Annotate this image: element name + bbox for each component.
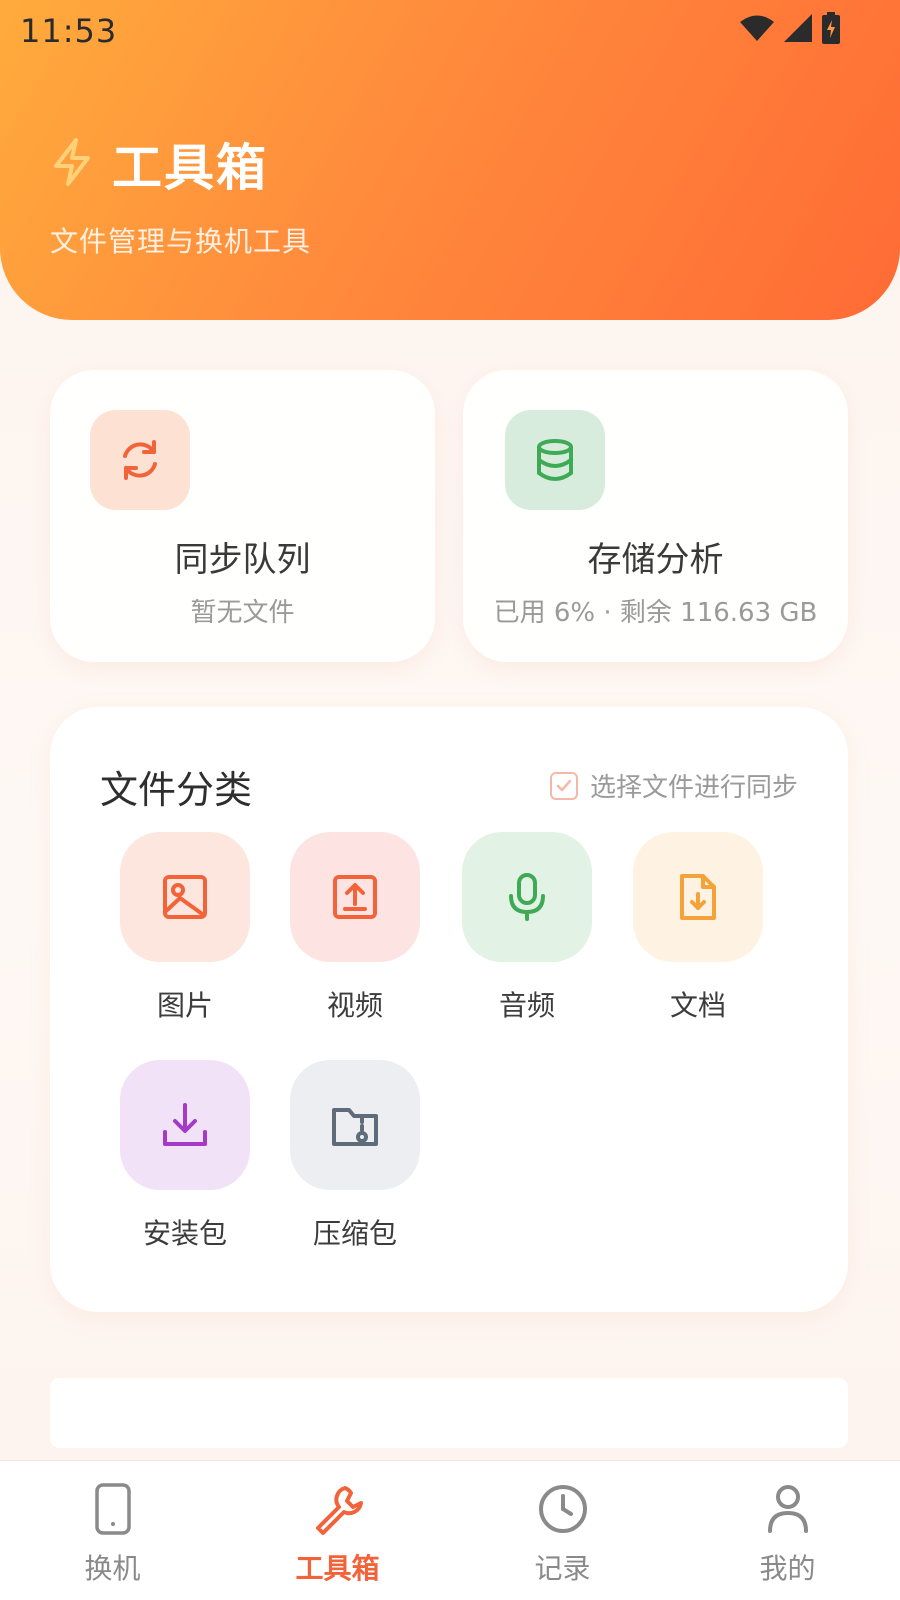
nav-item-switch-phone[interactable]: 换机 (0, 1461, 225, 1600)
sync-queue-title: 同步队列 (174, 540, 311, 580)
category-archives[interactable]: 压缩包 (290, 1060, 420, 1252)
partial-card (50, 1378, 848, 1448)
microphone-icon (462, 832, 592, 962)
category-label: 压缩包 (312, 1217, 397, 1250)
image-icon (120, 832, 250, 962)
header-title-row: 工具箱 (50, 128, 268, 200)
category-audio[interactable]: 音频 (462, 832, 592, 1024)
category-label: 图片 (156, 989, 213, 1022)
nav-item-mine[interactable]: 我的 (675, 1461, 900, 1600)
checkbox-icon (549, 771, 578, 800)
status-icons (740, 12, 840, 44)
storage-analysis-title: 存储分析 (587, 540, 724, 580)
storage-usage-text: 已用 6% · 剩余 116.63 GB (493, 598, 818, 628)
storage-analysis-card[interactable]: 存储分析 已用 6% · 剩余 116.63 GB (463, 370, 848, 662)
category-label: 音频 (498, 989, 555, 1022)
video-upload-icon (290, 832, 420, 962)
toolbox-screen: 11:53 工具箱 文件管理与换机工具 同步队列 暂无文件 存储分析 已用 6%… (0, 0, 900, 1600)
nav-label: 工具箱 (295, 1552, 380, 1585)
page-subtitle: 文件管理与换机工具 (50, 225, 312, 258)
category-label: 文档 (669, 989, 726, 1022)
download-icon (120, 1060, 250, 1190)
header-banner: 11:53 工具箱 文件管理与换机工具 (0, 0, 900, 320)
category-label: 视频 (326, 989, 383, 1022)
nav-label: 换机 (84, 1552, 141, 1585)
category-install-packages[interactable]: 安装包 (120, 1060, 250, 1252)
nav-item-records[interactable]: 记录 (450, 1461, 675, 1600)
person-icon (766, 1483, 810, 1539)
nav-label: 我的 (759, 1552, 816, 1585)
category-label: 安装包 (142, 1217, 227, 1250)
sync-queue-status: 暂无文件 (190, 598, 295, 628)
wrench-icon (312, 1483, 364, 1539)
select-files-sync-label: 选择文件进行同步 (589, 773, 798, 803)
bottom-nav: 换机 工具箱 记录 我的 (0, 1460, 900, 1600)
page-title: 工具箱 (112, 139, 268, 197)
phone-icon (91, 1483, 135, 1539)
refresh-icon (90, 410, 190, 510)
category-documents[interactable]: 文档 (633, 832, 763, 1024)
archive-folder-icon (290, 1060, 420, 1190)
nav-label: 记录 (534, 1552, 591, 1585)
category-videos[interactable]: 视频 (290, 832, 420, 1024)
nav-item-toolbox[interactable]: 工具箱 (225, 1461, 450, 1600)
wifi-icon (740, 15, 774, 41)
select-files-sync-link[interactable]: 选择文件进行同步 (549, 767, 798, 804)
battery-icon (822, 12, 840, 44)
sync-queue-card[interactable]: 同步队列 暂无文件 (50, 370, 435, 662)
status-time: 11:53 (20, 12, 118, 50)
database-icon (505, 410, 605, 510)
signal-icon (784, 14, 812, 42)
lightning-icon (50, 138, 94, 190)
file-category-title: 文件分类 (100, 768, 253, 812)
category-images[interactable]: 图片 (120, 832, 250, 1024)
document-download-icon (633, 832, 763, 962)
clock-icon (537, 1483, 589, 1539)
file-category-card: 文件分类 选择文件进行同步 图片 视频 音频 文档 安装包 压缩包 (50, 707, 848, 1312)
